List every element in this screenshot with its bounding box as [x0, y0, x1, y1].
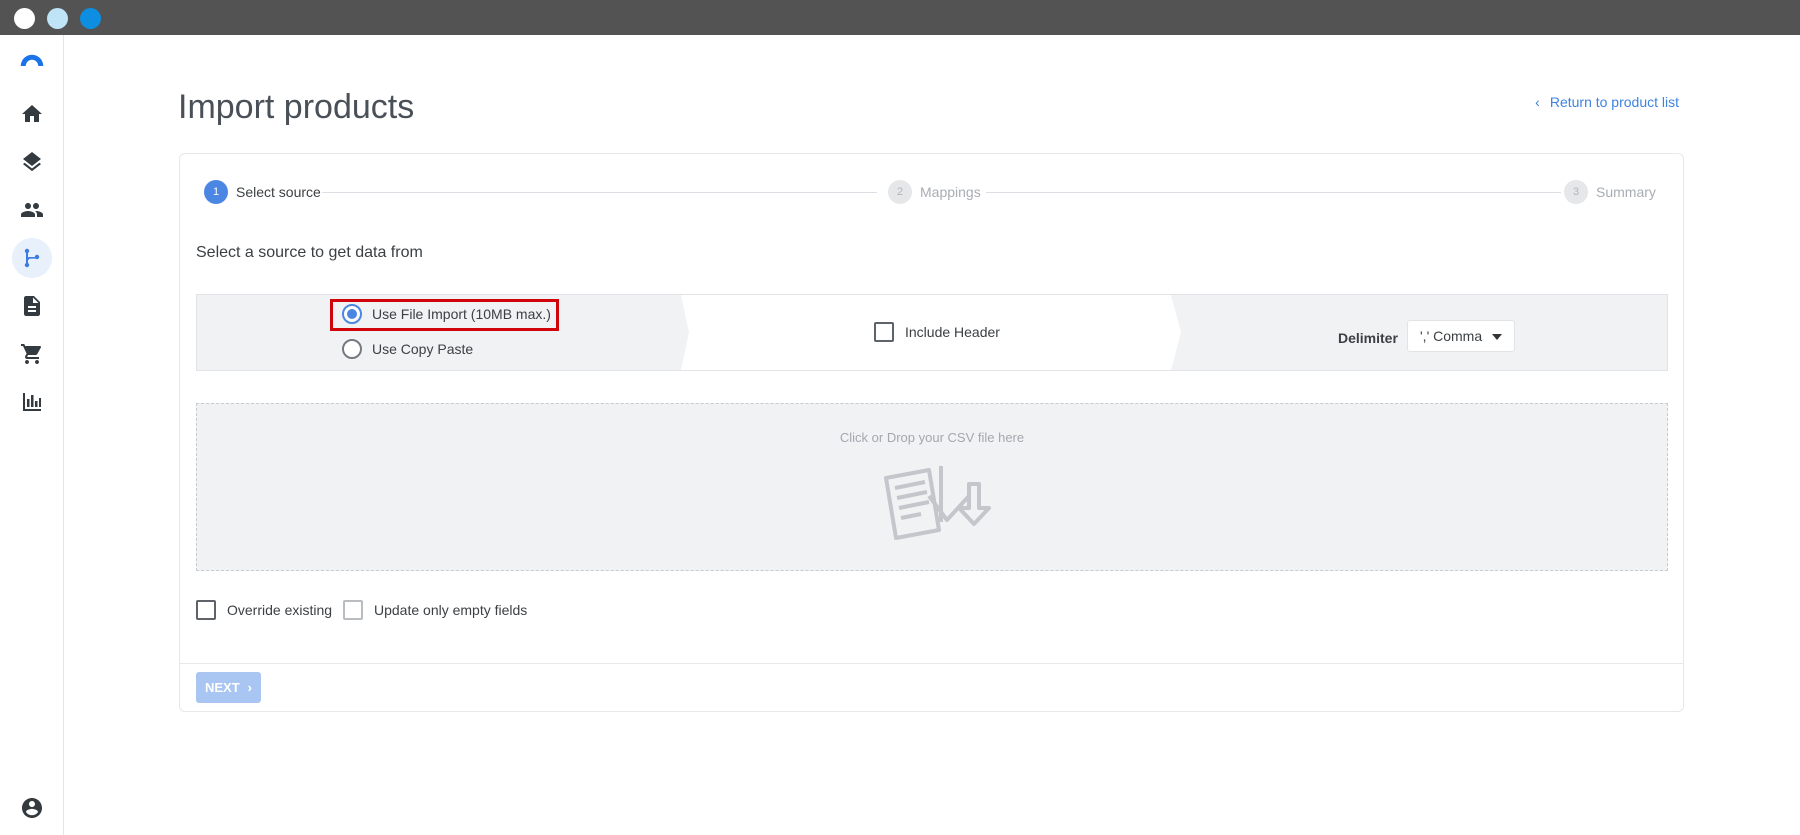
- bar-chart-icon: [23, 393, 41, 411]
- step-connector: [986, 192, 1561, 193]
- step-label: Summary: [1596, 184, 1656, 200]
- stepper: 1 Select source 2 Mappings 3 Summary: [204, 180, 1656, 204]
- step-select-source: 1 Select source: [204, 180, 321, 204]
- window-close-button[interactable]: [14, 8, 35, 29]
- dropzone-text: Click or Drop your CSV file here: [839, 430, 1025, 445]
- copy-paste-label: Use Copy Paste: [372, 341, 474, 357]
- sidebar-item-reports[interactable]: [12, 382, 52, 422]
- card-footer: NEXT ›: [180, 663, 1683, 712]
- sidebar-account[interactable]: [12, 788, 52, 828]
- sidebar-item-documents[interactable]: [12, 286, 52, 326]
- sidebar-item-layers[interactable]: [12, 142, 52, 182]
- step-connector: [322, 192, 877, 193]
- return-link-label: Return to product list: [1549, 94, 1679, 110]
- source-heading: Select a source to get data from: [196, 244, 423, 261]
- override-existing-checkbox[interactable]: [196, 600, 216, 620]
- include-header-label: Include Header: [905, 324, 1000, 340]
- next-button-label: NEXT: [204, 680, 240, 695]
- step-label: Select source: [236, 184, 321, 200]
- step-label: Mappings: [920, 184, 981, 200]
- update-empty-fields-option[interactable]: Update only empty fields: [343, 600, 527, 620]
- file-drop-icon: [884, 466, 991, 540]
- step-number: 3: [1564, 180, 1588, 204]
- people-icon: [21, 203, 43, 217]
- update-empty-fields-label: Update only empty fields: [374, 602, 528, 618]
- include-header-option[interactable]: Include Header: [874, 322, 1000, 342]
- window-titlebar: [0, 0, 1800, 35]
- chevron-left-icon: ‹: [1535, 94, 1540, 110]
- delimiter-label: Delimiter: [1338, 330, 1398, 346]
- delimiter-select[interactable]: ',' Comma: [1407, 320, 1515, 352]
- source-panel: Use File Import (10MB max.) Use Copy Pas…: [196, 294, 1668, 371]
- caret-down-icon: [1492, 334, 1502, 340]
- sidebar-item-home[interactable]: [12, 94, 52, 134]
- file-import-radio[interactable]: [342, 304, 362, 324]
- home-icon: [22, 105, 42, 122]
- account-icon: [22, 798, 42, 818]
- layers-icon: [23, 152, 41, 172]
- update-empty-fields-checkbox[interactable]: [343, 600, 363, 620]
- file-import-label: Use File Import (10MB max.): [372, 306, 551, 322]
- csv-dropzone[interactable]: Click or Drop your CSV file here: [196, 403, 1668, 571]
- file-import-option[interactable]: Use File Import (10MB max.): [342, 304, 551, 324]
- include-header-checkbox[interactable]: [874, 322, 894, 342]
- delimiter-value: ',' Comma: [1420, 328, 1483, 344]
- return-to-product-list-link[interactable]: ‹ Return to product list: [1535, 94, 1679, 110]
- override-existing-option[interactable]: Override existing: [196, 600, 332, 620]
- import-card: 1 Select source 2 Mappings 3 Summary Sel…: [179, 153, 1684, 712]
- window-maximize-button[interactable]: [80, 8, 101, 29]
- document-icon: [24, 296, 40, 316]
- sidebar-logo[interactable]: [12, 41, 52, 81]
- override-existing-label: Override existing: [227, 602, 333, 618]
- sidebar-item-cart[interactable]: [12, 334, 52, 374]
- step-mappings: 2 Mappings: [888, 180, 981, 204]
- sidebar-item-import[interactable]: [12, 238, 52, 278]
- window-minimize-button[interactable]: [47, 8, 68, 29]
- copy-paste-option[interactable]: Use Copy Paste: [342, 339, 473, 359]
- next-button[interactable]: NEXT ›: [196, 672, 261, 703]
- merge-icon: [24, 248, 40, 268]
- step-number: 1: [204, 180, 228, 204]
- copy-paste-radio[interactable]: [342, 339, 362, 359]
- sidebar: [0, 35, 64, 835]
- chevron-right-icon: ›: [247, 680, 252, 695]
- sidebar-item-people[interactable]: [12, 190, 52, 230]
- cart-icon: [21, 344, 42, 364]
- page-title: Import products: [178, 88, 415, 126]
- step-summary: 3 Summary: [1564, 180, 1656, 204]
- step-number: 2: [888, 180, 912, 204]
- logo-icon: [20, 54, 44, 66]
